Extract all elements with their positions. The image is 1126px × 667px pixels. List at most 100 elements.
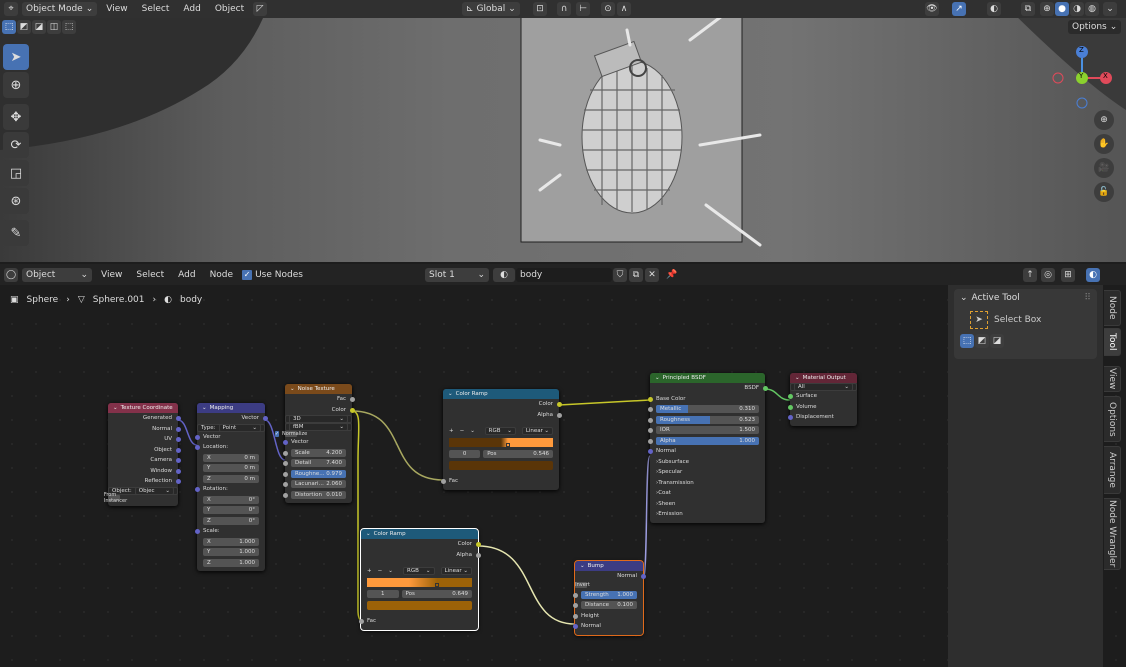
shader-type-dropdown[interactable]: Object ⌄ [22, 267, 92, 282]
panel-label[interactable]: Coat [658, 490, 671, 496]
snap-target-icon[interactable]: ⊢ [576, 2, 590, 16]
stop-color-swatch[interactable] [449, 460, 553, 470]
sidebar-toggle-icon[interactable]: ◐ [1086, 267, 1100, 282]
value-field[interactable]: Roughne... 0.979 [291, 469, 346, 478]
annotate-tool-icon[interactable]: ✎ [3, 220, 29, 246]
chevron-down-icon[interactable]: ⌄ [202, 405, 207, 411]
pin-icon[interactable]: 📌 [666, 270, 677, 280]
socket[interactable] [282, 492, 288, 498]
socket[interactable] [358, 619, 364, 624]
node-bump[interactable]: ⌄ Bump Normal Invert Strength 1.000 Distance 0.… [572, 560, 646, 636]
shader-socket[interactable] [762, 386, 768, 391]
value-field[interactable]: Distortion 0.010 [291, 490, 346, 499]
duplicate-material-icon[interactable]: ⧉ [629, 267, 643, 282]
add-stop-icon[interactable]: + [449, 428, 454, 434]
value-field[interactable]: IOR 1.500 [656, 426, 759, 435]
node-header[interactable]: ⌄ Bump [575, 561, 643, 571]
socket[interactable] [349, 397, 355, 402]
node-ramp1[interactable]: ⌄ Color Ramp Color Alpha + − ⌄ RGB ⌄ Linear ⌄ 0 Pos 0… [440, 389, 562, 490]
unlink-close-icon[interactable]: ✕ [645, 267, 659, 282]
overlay-icon[interactable]: ◐ [987, 2, 1001, 16]
visibility-icon[interactable]: 👁 [925, 2, 939, 16]
gizmo-x-label[interactable]: X [1103, 72, 1108, 80]
socket[interactable] [572, 592, 578, 598]
node-header[interactable]: ⌄ Texture Coordinate [108, 403, 178, 413]
panel-label[interactable]: Transmission [658, 480, 694, 486]
node-header[interactable]: ⌄ Color Ramp [443, 389, 559, 399]
socket[interactable] [194, 434, 200, 440]
stop-index-field[interactable]: 0 [449, 449, 481, 458]
value-field[interactable]: Z 0° [203, 516, 259, 525]
socket[interactable] [556, 412, 562, 418]
magnet-icon[interactable]: ∩ [557, 2, 571, 16]
options-dropdown[interactable]: Options ⌄ [1068, 20, 1122, 34]
drag-handle-icon[interactable]: ⠿ [1084, 293, 1091, 303]
tab-tool[interactable]: Tool [1104, 328, 1121, 356]
value-field[interactable]: Lacunari... 2.060 [291, 480, 346, 489]
tab-node[interactable]: Node [1104, 290, 1121, 326]
move-tool-icon[interactable]: ✥ [3, 104, 29, 130]
overlay-icon[interactable]: ⊞ [1061, 267, 1075, 282]
value-field[interactable]: Detail 7.400 [291, 459, 346, 468]
socket[interactable] [194, 445, 200, 450]
dropdown[interactable]: 3D ⌄ [289, 415, 348, 423]
select-new-icon[interactable]: ⬚ [960, 334, 974, 348]
select-intersect-icon[interactable]: ⬚ [62, 20, 76, 34]
socket[interactable] [647, 428, 653, 433]
pan-hand-icon[interactable]: ✋ [1094, 134, 1114, 154]
socket[interactable] [349, 407, 355, 413]
value-field[interactable]: Scale 4.200 [291, 448, 346, 457]
socket[interactable] [647, 449, 653, 454]
panel-header[interactable]: ⌄ Active Tool ⠿ [960, 293, 1091, 303]
value-field[interactable]: Y 0° [203, 506, 259, 515]
socket[interactable] [175, 416, 181, 421]
color-ramp-gradient[interactable] [449, 437, 553, 447]
rendered-shading-icon[interactable]: ◍ [1085, 2, 1099, 16]
select-extend-icon[interactable]: ◩ [17, 20, 31, 34]
remove-stop-icon[interactable]: − [378, 568, 383, 574]
slot-dropdown[interactable]: Slot 1 ⌄ [425, 267, 489, 282]
chevron-down-icon[interactable]: ⌄ [366, 531, 371, 537]
panel-label[interactable]: Specular [658, 469, 682, 475]
remove-stop-icon[interactable]: − [460, 428, 465, 434]
gizmo-y-label[interactable]: Y [1079, 72, 1083, 80]
material-browse-icon[interactable]: ◐ [493, 267, 515, 282]
pivot-icon[interactable]: ⊡ [533, 2, 547, 16]
zoom-icon[interactable]: ⊕ [1094, 110, 1114, 130]
tab-node-wrangler[interactable]: Node Wrangler [1104, 498, 1121, 570]
cursor-tool-icon[interactable]: ⊕ [3, 72, 29, 98]
tab-arrange[interactable]: Arrange [1104, 446, 1121, 494]
menu-add[interactable]: Add [178, 4, 205, 14]
camera-icon[interactable]: 🎥 [1094, 158, 1114, 178]
select-extend-icon[interactable]: ◩ [975, 334, 989, 348]
select-tool-icon[interactable]: ➤ [3, 44, 29, 70]
ramp-menu-icon[interactable]: ⌄ [388, 568, 393, 574]
chevron-down-icon[interactable]: ⌄ [113, 405, 118, 411]
interpolation-dropdown[interactable]: Linear ⌄ [440, 566, 472, 575]
editor-type-icon[interactable]: ⌖ [4, 2, 18, 16]
wireframe-shading-icon[interactable]: ⊕ [1040, 2, 1054, 16]
socket[interactable] [262, 416, 268, 421]
active-tool[interactable]: ➤ Select Box [970, 311, 1091, 329]
dropdown[interactable]: Point ⌄ [218, 423, 261, 432]
shader-socket[interactable] [787, 404, 793, 410]
3d-viewport[interactable]: Z Y X ⌖ Object Mode ⌄ View Select Add Ob… [0, 0, 1126, 262]
chevron-down-icon[interactable]: ⌄ [655, 375, 660, 381]
tab-options[interactable]: Options [1104, 396, 1121, 442]
chevron-down-icon[interactable]: ⌄ [795, 375, 800, 381]
menu-select[interactable]: Select [131, 270, 169, 280]
panel-label[interactable]: Emission [658, 511, 682, 517]
node-output[interactable]: ⌄ Material Output All ⌄ Surface Volume Displac… [787, 373, 857, 426]
dropdown[interactable]: fBM ⌄ [289, 423, 348, 431]
socket[interactable] [475, 552, 481, 558]
use-nodes-checkbox[interactable]: ✓ [242, 269, 253, 280]
dropdown[interactable]: Objec ⌄ [134, 486, 174, 495]
node-mapping[interactable]: ⌄ Mapping Vector Type: Point ⌄ Vector Location:… [194, 403, 268, 571]
color-mode-dropdown[interactable]: RGB ⌄ [484, 426, 516, 435]
socket[interactable] [282, 450, 288, 456]
orientation-dropdown[interactable]: ⊾ Global ⌄ [462, 2, 520, 16]
socket[interactable] [175, 426, 181, 432]
stop-color-swatch[interactable] [367, 600, 472, 610]
checkbox[interactable]: ✓ [274, 431, 280, 437]
mode-dropdown[interactable]: Object Mode ⌄ [22, 2, 98, 16]
